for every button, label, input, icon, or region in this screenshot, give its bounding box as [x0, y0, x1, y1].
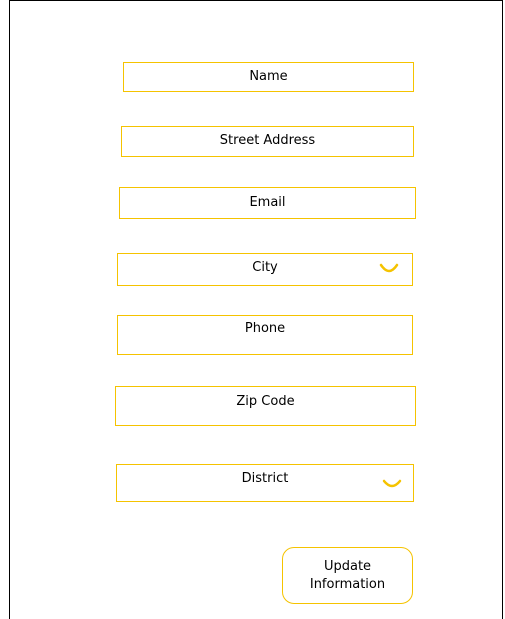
zip-code-field[interactable]: Zip Code — [115, 386, 416, 426]
zip-code-field-label: Zip Code — [236, 394, 295, 409]
district-dropdown[interactable]: District — [116, 464, 414, 502]
email-field-label: Email — [249, 195, 286, 210]
street-address-field[interactable]: Street Address — [121, 126, 414, 157]
wireframe-border — [9, 0, 503, 619]
district-dropdown-label: District — [241, 471, 289, 486]
email-field[interactable]: Email — [119, 187, 416, 219]
update-button-line2: Information — [309, 576, 386, 592]
phone-field[interactable]: Phone — [117, 315, 413, 355]
city-dropdown-label: City — [252, 260, 278, 275]
chevron-down-icon[interactable] — [379, 263, 399, 275]
update-button-line1: Update — [323, 558, 372, 574]
update-information-button[interactable]: Update Information — [282, 547, 413, 604]
name-field[interactable]: Name — [123, 62, 414, 92]
street-address-field-label: Street Address — [219, 133, 316, 148]
city-dropdown[interactable]: City — [117, 253, 413, 286]
phone-field-label: Phone — [244, 321, 286, 336]
page: Name Street Address Email City Phone Zip… — [0, 0, 505, 619]
name-field-label: Name — [249, 69, 288, 84]
chevron-down-icon[interactable] — [382, 479, 402, 491]
